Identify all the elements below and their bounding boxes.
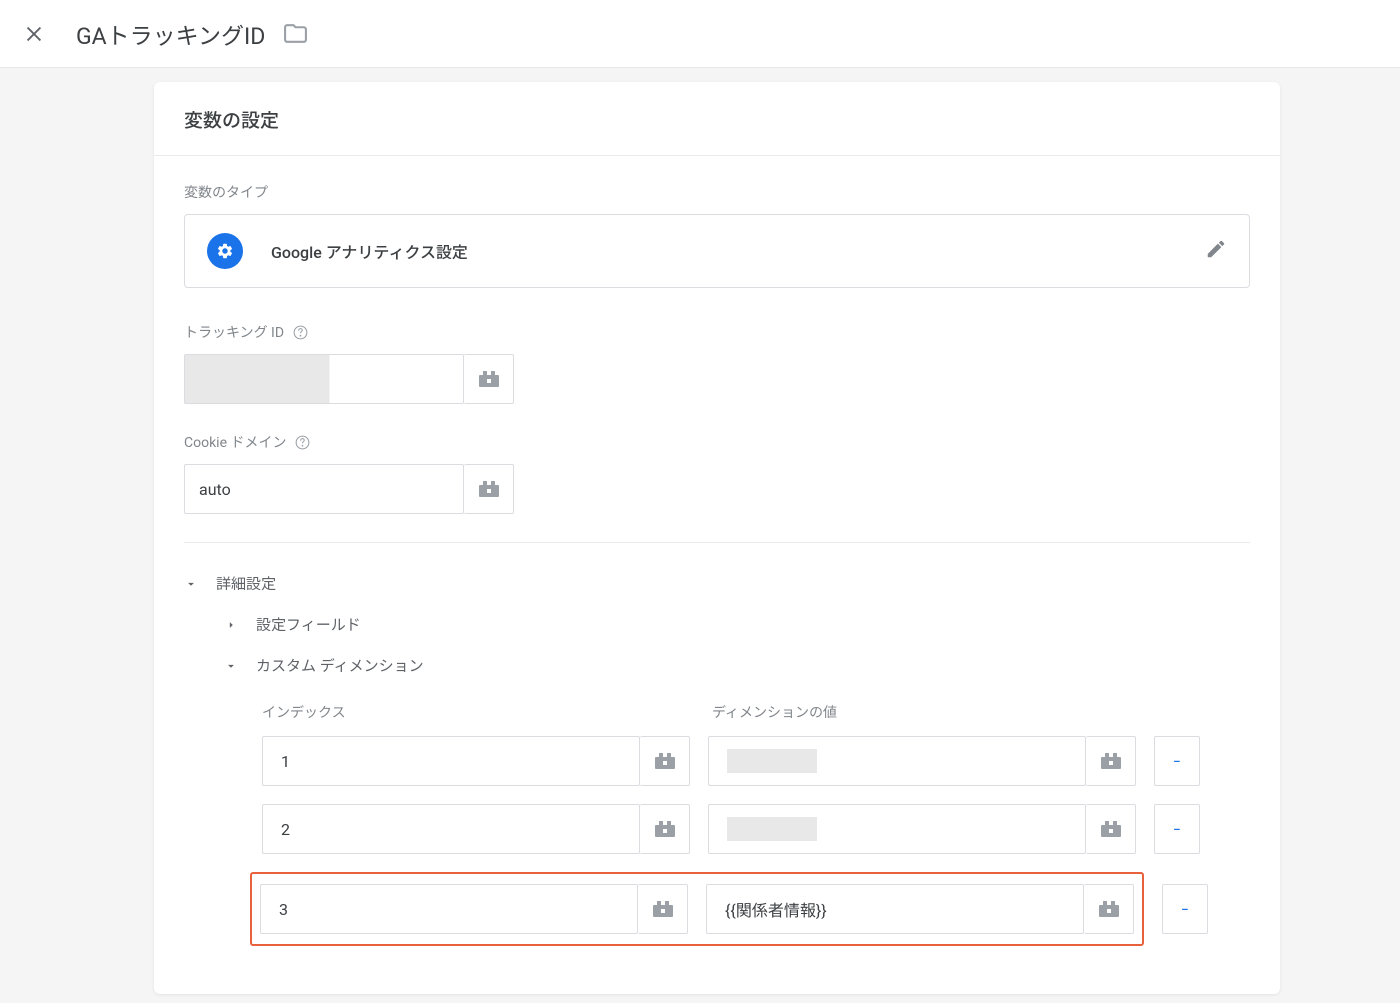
dimension-index-input[interactable]: 1 bbox=[262, 736, 640, 786]
variable-picker-button[interactable] bbox=[464, 464, 514, 514]
advanced-settings-toggle[interactable]: 詳細設定 bbox=[184, 563, 1250, 604]
divider bbox=[184, 542, 1250, 543]
variable-config-card: 変数の設定 変数のタイプ Google アナリティクス設定 トラッキング ID bbox=[154, 82, 1280, 994]
variable-picker-button[interactable] bbox=[464, 354, 514, 404]
remove-row-button[interactable]: - bbox=[1154, 736, 1200, 786]
dimension-value-input[interactable] bbox=[708, 736, 1086, 786]
help-icon[interactable] bbox=[294, 434, 311, 451]
header-bar: GAトラッキングID bbox=[0, 0, 1400, 68]
chevron-down-icon bbox=[184, 577, 198, 591]
highlighted-row: 3 {{関係者情報}} bbox=[250, 872, 1144, 946]
cookie-domain-label: Cookie ドメイン bbox=[184, 432, 1250, 452]
help-icon[interactable] bbox=[292, 324, 309, 341]
index-header: インデックス bbox=[262, 702, 692, 722]
cookie-domain-input[interactable]: auto bbox=[184, 464, 464, 514]
variable-picker-button[interactable] bbox=[640, 736, 690, 786]
card-title: 変数の設定 bbox=[154, 82, 1280, 156]
variable-picker-button[interactable] bbox=[638, 884, 688, 934]
custom-dimensions-section: インデックス ディメンションの値 1 - bbox=[184, 702, 1250, 946]
dimension-value-input[interactable] bbox=[708, 804, 1086, 854]
chevron-down-icon bbox=[224, 659, 238, 673]
remove-row-button[interactable]: - bbox=[1162, 884, 1208, 934]
cookie-domain-row: auto bbox=[184, 464, 1250, 514]
edit-icon[interactable] bbox=[1205, 238, 1227, 264]
dimension-index-input[interactable]: 3 bbox=[260, 884, 638, 934]
fields-toggle[interactable]: 設定フィールド bbox=[184, 604, 1250, 645]
variable-picker-button[interactable] bbox=[1086, 804, 1136, 854]
tracking-id-input[interactable] bbox=[184, 354, 464, 404]
close-icon bbox=[23, 23, 45, 45]
dimension-row: 1 - bbox=[262, 736, 1250, 786]
dimension-index-input[interactable]: 2 bbox=[262, 804, 640, 854]
tracking-id-label: トラッキング ID bbox=[184, 322, 1250, 342]
page-title[interactable]: GAトラッキングID bbox=[76, 17, 265, 51]
value-header: ディメンションの値 bbox=[712, 702, 1142, 722]
folder-icon[interactable] bbox=[283, 21, 308, 46]
variable-picker-button[interactable] bbox=[1086, 736, 1136, 786]
variable-type-label: 変数のタイプ bbox=[184, 182, 1250, 202]
tracking-id-row bbox=[184, 354, 1250, 404]
remove-row-button[interactable]: - bbox=[1154, 804, 1200, 854]
variable-picker-button[interactable] bbox=[1084, 884, 1134, 934]
card-body: 変数のタイプ Google アナリティクス設定 トラッキング ID bbox=[154, 156, 1280, 946]
dimension-value-input[interactable]: {{関係者情報}} bbox=[706, 884, 1084, 934]
variable-type-name: Google アナリティクス設定 bbox=[271, 239, 468, 263]
variable-picker-button[interactable] bbox=[640, 804, 690, 854]
close-button[interactable] bbox=[20, 20, 48, 48]
chevron-right-icon bbox=[224, 618, 238, 632]
custom-dimensions-toggle[interactable]: カスタム ディメンション bbox=[184, 645, 1250, 686]
gear-icon bbox=[207, 233, 243, 269]
dimension-row: 2 - bbox=[262, 804, 1250, 854]
dimension-row: 3 {{関係者情報}} - bbox=[262, 872, 1250, 946]
variable-type-selector[interactable]: Google アナリティクス設定 bbox=[184, 214, 1250, 288]
